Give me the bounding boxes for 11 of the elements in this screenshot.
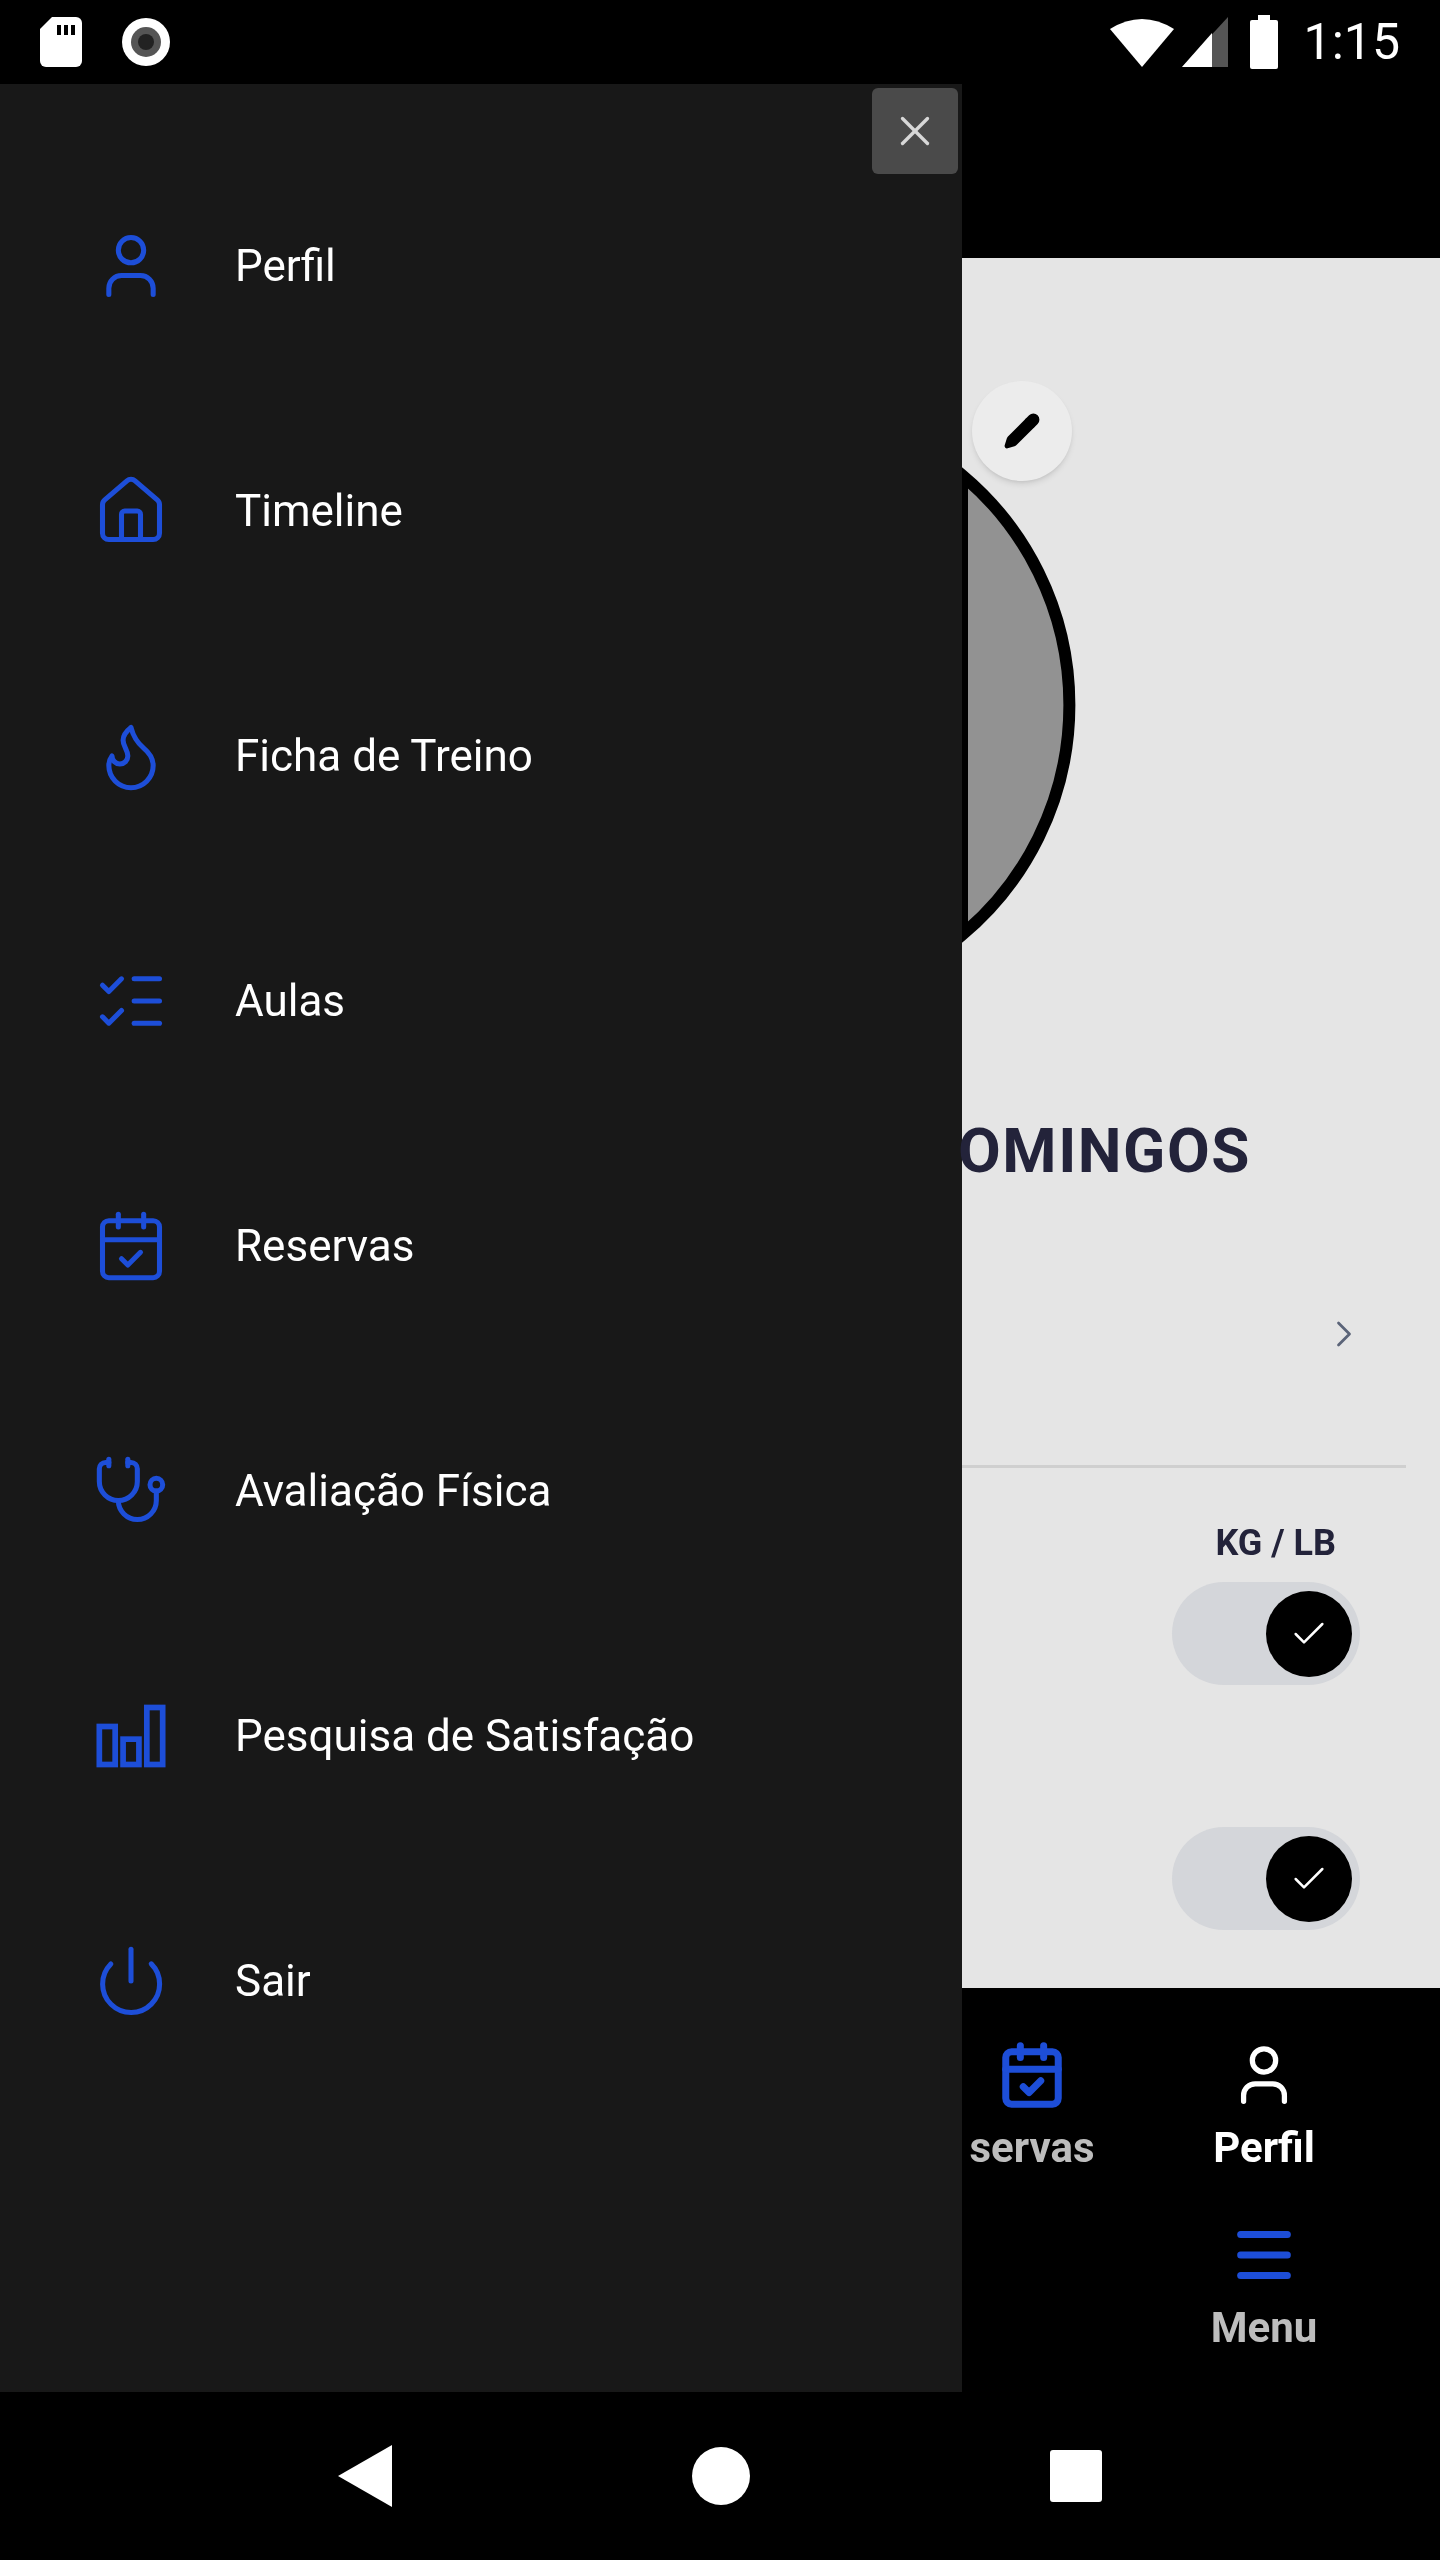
drawer-item[interactable]: Pesquisa de Satisfação [0,1613,962,1858]
drawer-item[interactable]: Ficha de Treino [0,633,962,878]
drawer-item[interactable]: Perfil [0,143,962,388]
drawer-item[interactable]: Aulas [0,878,962,1123]
bottom-nav-tab[interactable]: Perfil [1164,2040,1364,2179]
units-label: KG / LB [1215,1521,1336,1566]
drawer-item[interactable]: Timeline [0,388,962,633]
drawer-item[interactable]: Reservas [0,1123,962,1368]
drawer-item[interactable]: Avaliação Física [0,1368,962,1613]
bottom-nav-tab[interactable]: Menu [1164,2220,1364,2359]
clock-time: 1:15 [1303,17,1400,67]
